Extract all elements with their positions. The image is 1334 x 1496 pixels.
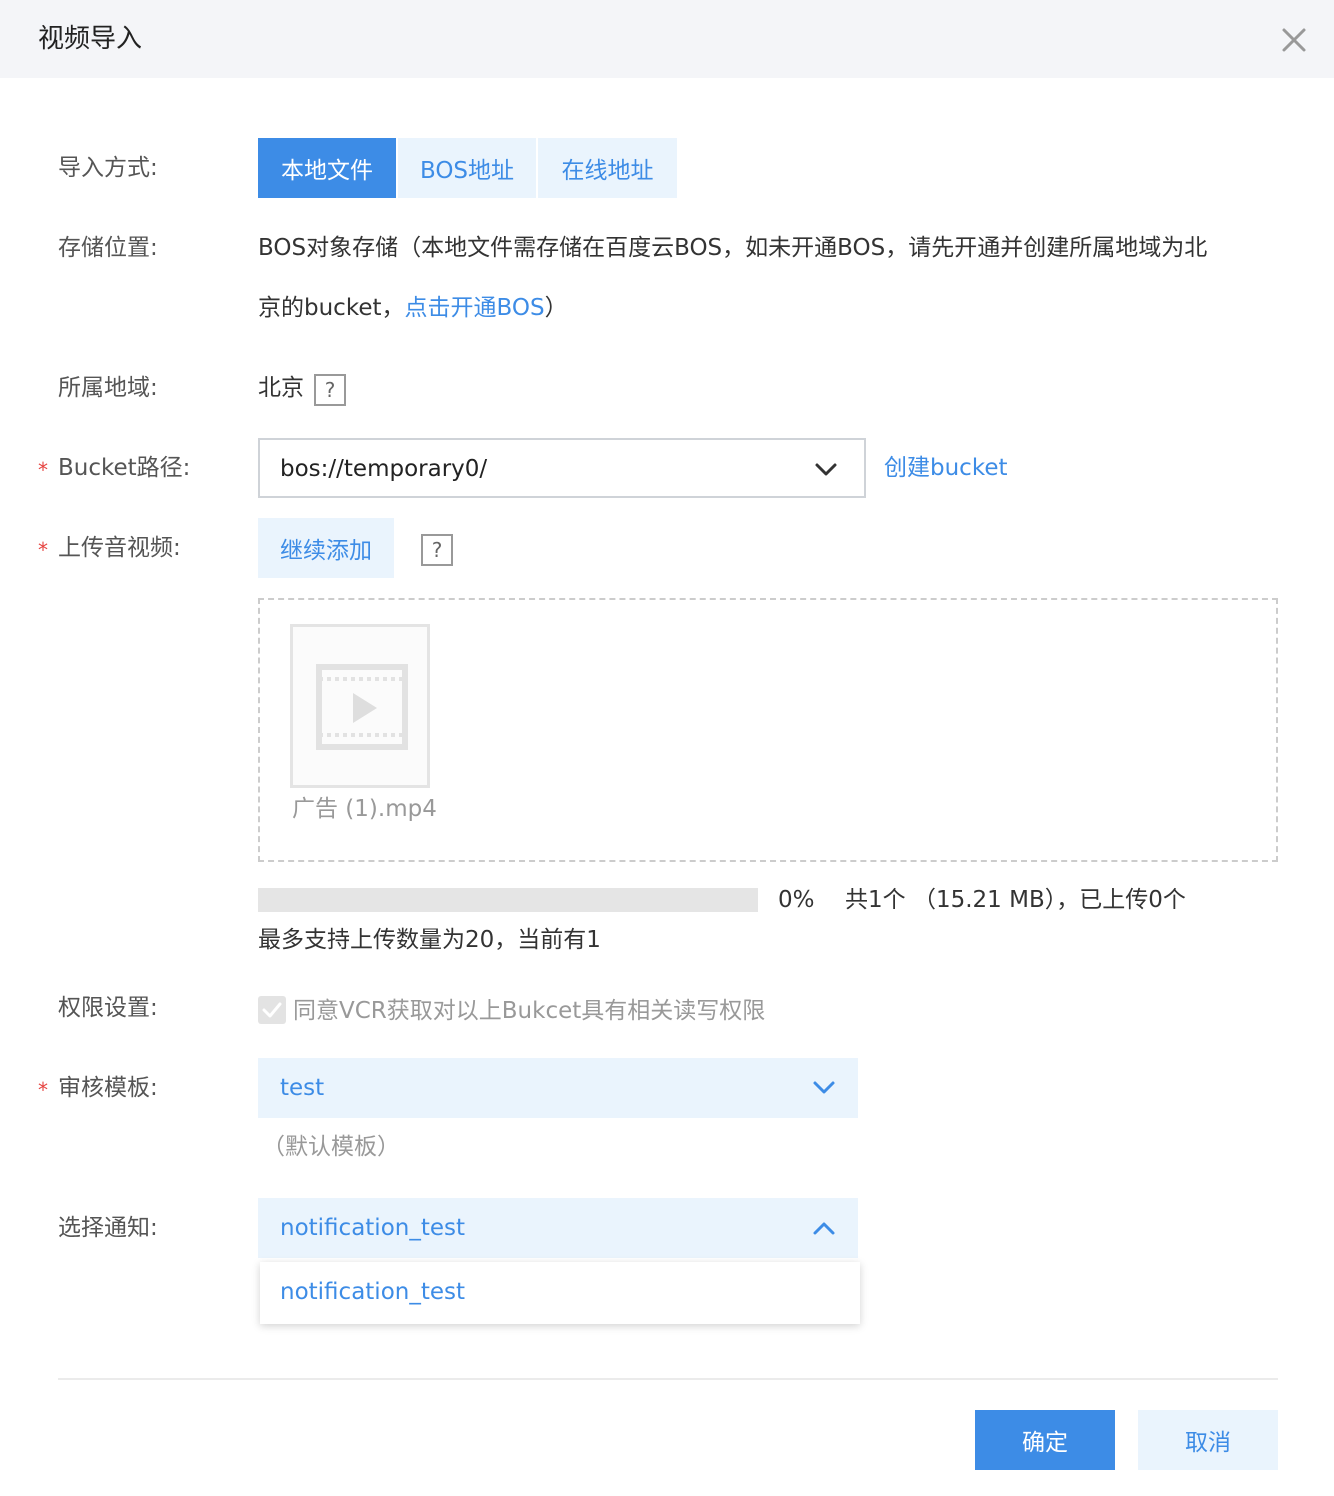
- storage-description-prefix: 京的bucket，: [258, 295, 405, 321]
- chevron-up-icon: [812, 1218, 836, 1242]
- video-file-thumbnail[interactable]: [290, 624, 430, 788]
- permission-label: 权限设置:: [58, 995, 158, 1021]
- close-icon[interactable]: [1276, 22, 1312, 58]
- tab-online-address[interactable]: 在线地址: [538, 138, 677, 198]
- chevron-down-icon: [814, 460, 838, 484]
- import-method-label: 导入方式:: [58, 155, 158, 181]
- upload-percent: 0%: [778, 887, 815, 913]
- bucket-label: Bucket路径:: [58, 455, 191, 481]
- storage-description-line1: BOS对象存储（本地文件需存储在百度云BOS，如未开通BOS，请先开通并创建所属…: [258, 235, 1208, 261]
- storage-description-line2: 京的bucket，点击开通BOS）: [258, 291, 568, 325]
- dialog-title: 视频导入: [38, 24, 143, 54]
- storage-label: 存储位置:: [58, 235, 158, 261]
- upload-label: 上传音视频:: [58, 535, 181, 561]
- chevron-down-icon: [812, 1078, 836, 1102]
- notification-option[interactable]: notification_test: [260, 1262, 860, 1324]
- notification-value: notification_test: [280, 1215, 466, 1241]
- audit-template-value: test: [280, 1075, 325, 1101]
- region-label: 所属地域:: [58, 375, 158, 401]
- permission-text: 同意VCR获取对以上Bukcet具有相关读写权限: [293, 998, 766, 1024]
- upload-help-icon[interactable]: ?: [421, 534, 453, 566]
- upload-limit-text: 最多支持上传数量为20，当前有1: [258, 927, 601, 953]
- region-value: 北京: [258, 375, 304, 401]
- open-bos-link[interactable]: 点击开通BOS: [405, 295, 545, 321]
- confirm-button[interactable]: 确定: [975, 1410, 1115, 1470]
- tab-bos-address[interactable]: BOS地址: [398, 138, 536, 198]
- audit-template-label: 审核模板:: [58, 1075, 158, 1101]
- cancel-button[interactable]: 取消: [1138, 1410, 1278, 1470]
- audit-template-select[interactable]: test: [258, 1058, 858, 1118]
- notification-option-label: notification_test: [280, 1279, 466, 1305]
- bucket-required-mark: *: [38, 458, 48, 482]
- bucket-select-value: bos://temporary0/: [280, 456, 488, 482]
- upload-progress-bar: [258, 888, 758, 912]
- create-bucket-link[interactable]: 创建bucket: [884, 451, 1008, 485]
- notification-label: 选择通知:: [58, 1215, 158, 1241]
- audit-required-mark: *: [38, 1078, 48, 1102]
- upload-required-mark: *: [38, 538, 48, 562]
- bucket-select[interactable]: bos://temporary0/: [258, 438, 866, 498]
- dialog-header: 视频导入: [0, 0, 1334, 78]
- check-icon: [262, 1002, 282, 1018]
- upload-dropzone[interactable]: 广告 (1).mp4: [258, 598, 1278, 862]
- region-help-icon[interactable]: ?: [314, 374, 346, 406]
- footer-divider: [58, 1378, 1278, 1380]
- video-file-icon: [316, 664, 408, 750]
- upload-summary: 共1个 （15.21 MB），已上传0个: [845, 887, 1186, 913]
- tab-local-file[interactable]: 本地文件: [258, 138, 396, 198]
- notification-dropdown-menu: notification_test: [260, 1262, 860, 1324]
- file-name: 广告 (1).mp4: [292, 796, 437, 822]
- audit-template-note: （默认模板）: [262, 1134, 400, 1160]
- permission-checkbox[interactable]: [258, 996, 286, 1024]
- continue-add-button[interactable]: 继续添加: [258, 518, 394, 578]
- notification-select[interactable]: notification_test: [258, 1198, 858, 1258]
- storage-description-suffix: ）: [544, 295, 568, 321]
